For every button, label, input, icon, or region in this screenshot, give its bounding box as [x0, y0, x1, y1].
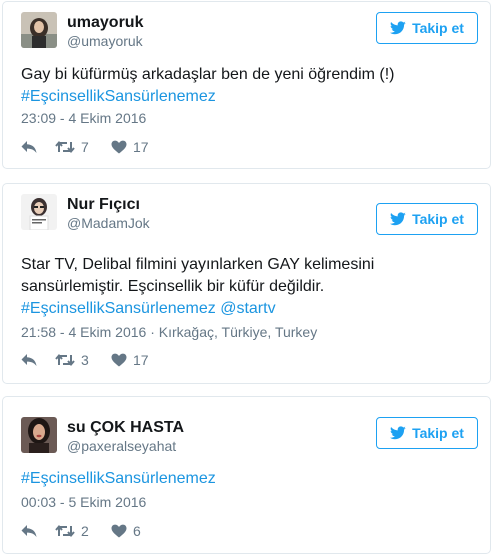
heart-icon [111, 140, 127, 154]
display-name[interactable]: umayoruk [67, 14, 143, 32]
user-handle[interactable]: @umayoruk [67, 33, 143, 49]
like-count: 6 [133, 523, 141, 539]
tweet-text: #EşcinsellikSansürlenemez [21, 468, 478, 490]
retweet-button[interactable]: 2 [55, 523, 111, 539]
like-count: 17 [133, 352, 149, 368]
reply-icon [21, 140, 37, 154]
follow-label: Takip et [412, 425, 464, 441]
retweet-count: 3 [81, 352, 89, 368]
reply-button[interactable] [21, 353, 55, 367]
retweet-button[interactable]: 3 [55, 352, 111, 368]
like-button[interactable]: 6 [111, 523, 141, 539]
like-count: 17 [133, 139, 149, 155]
hashtag-link[interactable]: #EşcinsellikSansürlenemez [21, 470, 216, 487]
follow-button[interactable]: Takip et [376, 417, 478, 449]
retweet-button[interactable]: 7 [55, 139, 111, 155]
avatar[interactable] [21, 12, 57, 48]
follow-button[interactable]: Takip et [376, 203, 478, 235]
display-name[interactable]: su ÇOK HASTA [67, 419, 184, 437]
twitter-bird-icon [390, 212, 406, 226]
tweet-meta: 21:58 - 4 Ekim 2016 · Kırkağaç, Türkiye,… [21, 324, 317, 340]
user-handle[interactable]: @paxeralseyahat [67, 438, 176, 454]
avatar[interactable] [21, 194, 57, 230]
twitter-bird-icon [390, 426, 406, 440]
retweet-icon [55, 524, 75, 538]
heart-icon [111, 353, 127, 367]
reply-button[interactable] [21, 524, 55, 538]
tweet-actions: 3 17 [21, 350, 149, 370]
user-handle[interactable]: @MadamJok [67, 215, 150, 231]
tweet-text-line: Star TV, Delibal filmini yayınlarken GAY… [21, 256, 375, 273]
tweet-timestamp[interactable]: 23:09 - 4 Ekim 2016 [21, 110, 146, 126]
tweet-text: Star TV, Delibal filmini yayınlarken GAY… [21, 254, 478, 320]
tweet-text: Gay bi küfürmüş arkadaşlar ben de yeni ö… [21, 64, 478, 108]
follow-label: Takip et [412, 20, 464, 36]
meta-separator: · [150, 324, 155, 340]
hashtag-link[interactable]: #EşcinsellikSansürlenemez [21, 300, 216, 317]
follow-button[interactable]: Takip et [376, 12, 478, 44]
tweet-card: Nur Fıçıcı @MadamJok Takip et Star TV, D… [2, 183, 491, 384]
reply-icon [21, 524, 37, 538]
reply-button[interactable] [21, 140, 55, 154]
retweet-count: 7 [81, 139, 89, 155]
tweet-location[interactable]: Kırkağaç, Türkiye, Turkey [159, 324, 317, 340]
twitter-bird-icon [390, 21, 406, 35]
follow-label: Takip et [412, 211, 464, 227]
display-name[interactable]: Nur Fıçıcı [67, 196, 140, 214]
retweet-count: 2 [81, 523, 89, 539]
tweet-text-line: Gay bi küfürmüş arkadaşlar ben de yeni ö… [21, 66, 395, 83]
hashtag-link[interactable]: #EşcinsellikSansürlenemez [21, 88, 216, 105]
tweet-card: umayoruk @umayoruk Takip et Gay bi küfür… [2, 1, 491, 169]
avatar[interactable] [21, 417, 57, 453]
like-button[interactable]: 17 [111, 139, 149, 155]
like-button[interactable]: 17 [111, 352, 149, 368]
tweet-timestamp[interactable]: 21:58 - 4 Ekim 2016 [21, 324, 146, 340]
tweet-card: su ÇOK HASTA @paxeralseyahat Takip et #E… [2, 396, 491, 554]
reply-icon [21, 353, 37, 367]
tweet-text-line: sansürlemiştir. Eşcinsellik bir küfür de… [21, 278, 325, 295]
tweet-actions: 2 6 [21, 521, 141, 541]
tweet-timestamp[interactable]: 00:03 - 5 Ekim 2016 [21, 494, 146, 510]
mention-link[interactable]: @startv [220, 300, 275, 317]
heart-icon [111, 524, 127, 538]
retweet-icon [55, 353, 75, 367]
tweet-actions: 7 17 [21, 137, 149, 157]
retweet-icon [55, 140, 75, 154]
